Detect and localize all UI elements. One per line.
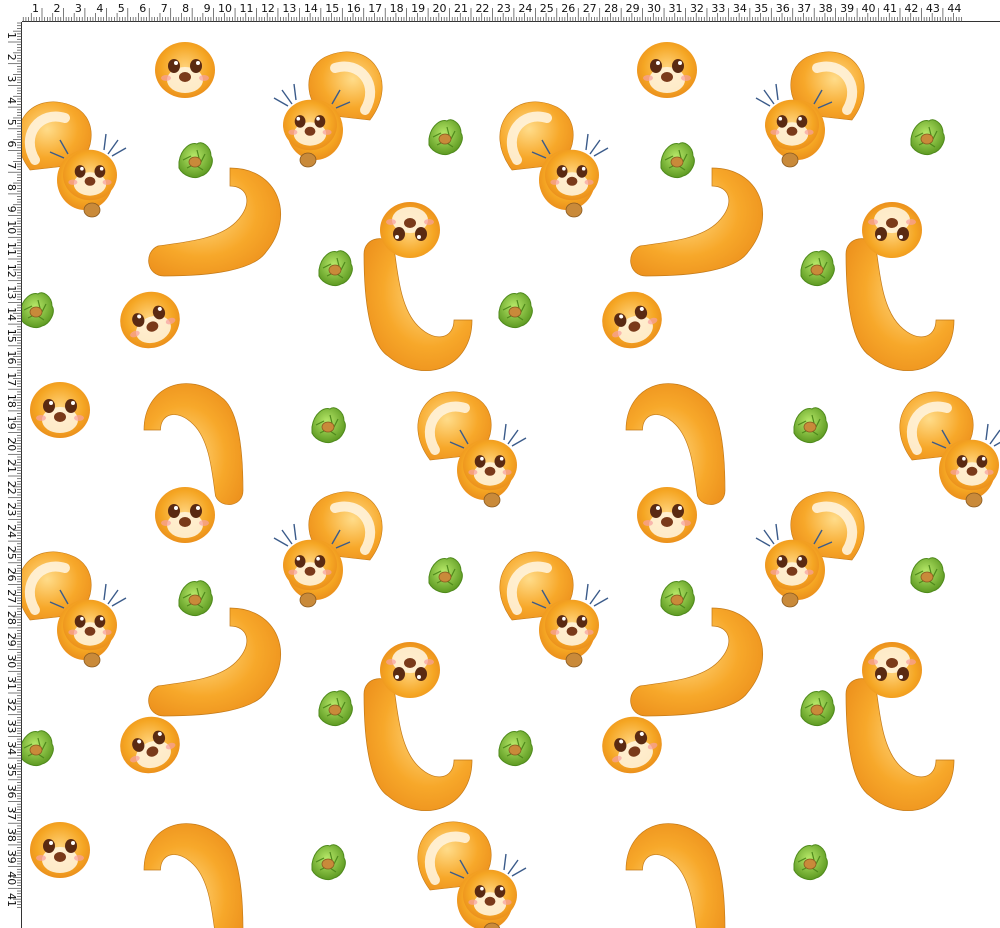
ruler-top-label: 8	[182, 2, 189, 15]
ruler-top: 1 2 3 4 5 6 7 8 9 10 11 12 13 14 15 16 17 18 19 20 21 22 23 24 2…	[0, 0, 1000, 22]
ruler-left-label: 36	[5, 785, 18, 799]
ruler-left-label: 22	[5, 481, 18, 495]
ruler-top-label: 14	[304, 2, 318, 15]
ruler-top-label: 33	[711, 2, 725, 15]
ruler-left-label: 7	[5, 162, 18, 169]
ruler-top-label: 27	[583, 2, 597, 15]
ruler-left-label: 35	[5, 763, 18, 777]
ruler-left-label: 41	[5, 893, 18, 907]
ruler-left-label: 20	[5, 437, 18, 451]
ruler-left-label: 28	[5, 611, 18, 625]
ruler-top-label: 42	[904, 2, 918, 15]
ruler-top-label: 10	[218, 2, 232, 15]
ruler-left-label: 18	[5, 394, 18, 408]
ruler-left-label: 24	[5, 524, 18, 538]
ruler-top-label: 35	[754, 2, 768, 15]
ruler-top-label: 34	[733, 2, 747, 15]
ruler-top-label: 23	[497, 2, 511, 15]
ruler-top-label: 17	[368, 2, 382, 15]
ruler-left-label: 23	[5, 502, 18, 516]
ruler-left-label: 38	[5, 828, 18, 842]
ruler-left-label: 10	[5, 220, 18, 234]
ruler-top-label: 28	[604, 2, 618, 15]
ruler-top-label: 2	[53, 2, 60, 15]
ruler-top-label: 26	[561, 2, 575, 15]
ruler-top-label: 41	[883, 2, 897, 15]
ruler-left-label: 4	[5, 97, 18, 104]
ruler-left-label: 5	[5, 119, 18, 126]
ruler-left-label: 32	[5, 698, 18, 712]
pattern-tile-right	[500, 42, 1000, 928]
ruler-top-label: 37	[797, 2, 811, 15]
squirrel-pattern	[0, 42, 1000, 928]
ruler-top-label: 12	[261, 2, 275, 15]
pattern-tile-left	[18, 42, 533, 928]
ruler-left-label: 1	[5, 32, 18, 39]
ruler-top-label: 6	[139, 2, 146, 15]
ruler-left-label: 34	[5, 741, 18, 755]
ruler-top-label: 22	[475, 2, 489, 15]
ruler-left-label: 8	[5, 184, 18, 191]
ruler-top-label: 7	[161, 2, 168, 15]
ruler-top-label: 36	[776, 2, 790, 15]
ruler-top-label: 25	[540, 2, 554, 15]
ruler-left-label: 17	[5, 372, 18, 386]
ruler-top-label: 24	[518, 2, 532, 15]
ruler-left-label: 37	[5, 806, 18, 820]
ruler-left-label: 31	[5, 676, 18, 690]
ruler-left-label: 19	[5, 416, 18, 430]
ruler-left-label: 33	[5, 719, 18, 733]
ruler-top-label: 5	[118, 2, 125, 15]
ruler-top-label: 30	[647, 2, 661, 15]
ruler-top-label: 43	[926, 2, 940, 15]
ruler-left-label: 26	[5, 568, 18, 582]
ruler-top-label: 11	[240, 2, 254, 15]
ruler-left-label: 6	[5, 141, 18, 148]
ruler-left-label: 25	[5, 546, 18, 560]
ruler-top-label: 13	[282, 2, 296, 15]
ruler-left-label: 13	[5, 285, 18, 299]
ruler-left-label: 15	[5, 329, 18, 343]
ruler-left-label: 27	[5, 589, 18, 603]
ruler-left-label: 40	[5, 871, 18, 885]
ruler-left-label: 11	[5, 242, 18, 256]
ruler-left-label: 39	[5, 850, 18, 864]
ruler-top-label: 31	[669, 2, 683, 15]
ruler-left-label: 30	[5, 654, 18, 668]
ruler-top-label: 16	[347, 2, 361, 15]
ruler-left: 1234567891011121314151617181920212223242…	[0, 0, 22, 928]
ruler-top-label: 4	[96, 2, 103, 15]
ruler-top-label: 18	[390, 2, 404, 15]
ruler-top-label: 32	[690, 2, 704, 15]
ruler-left-label: 14	[5, 307, 18, 321]
ruler-left-label: 21	[5, 459, 18, 473]
ruler-left-label: 16	[5, 351, 18, 365]
ruler-top-label: 3	[75, 2, 82, 15]
ruler-top-label: 9	[204, 2, 211, 15]
ruler-left-label: 9	[5, 206, 18, 213]
ruler-top-label: 39	[840, 2, 854, 15]
ruler-top-label: 44	[947, 2, 961, 15]
ruler-top-label: 19	[411, 2, 425, 15]
ruler-top-label: 1	[32, 2, 39, 15]
ruler-top-label: 21	[454, 2, 468, 15]
ruler-left-label: 3	[5, 75, 18, 82]
ruler-left-label: 12	[5, 264, 18, 278]
ruler-left-label: 29	[5, 633, 18, 647]
ruler-top-label: 38	[819, 2, 833, 15]
ruler-top-label: 15	[325, 2, 339, 15]
fabric-preview: 1 2 3 4 5 6 7 8 9 10 11 12 13 14 15 16 17 18 19 20 21 22 23 24 2…	[0, 0, 1000, 928]
ruler-top-label: 40	[862, 2, 876, 15]
ruler-top-label: 20	[433, 2, 447, 15]
ruler-top-label: 29	[626, 2, 640, 15]
ruler-left-label: 2	[5, 54, 18, 61]
ruler-corner	[0, 0, 22, 22]
